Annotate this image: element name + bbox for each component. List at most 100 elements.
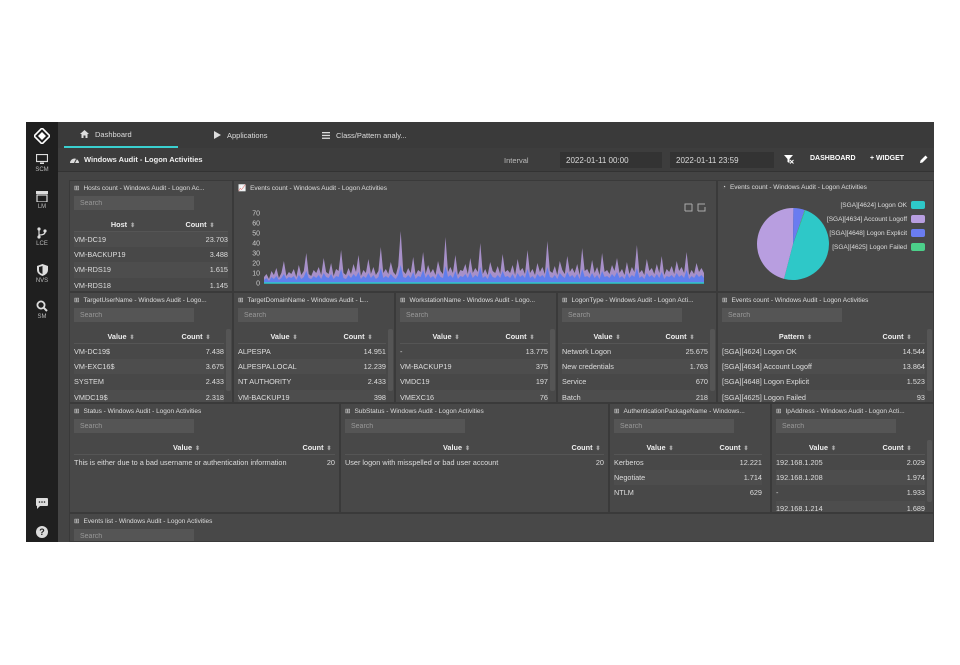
column-header[interactable]: Count ⬍ [168, 332, 224, 341]
search-input[interactable] [722, 308, 842, 322]
legend-item[interactable]: [SGA][4625] Logon Failed [832, 243, 925, 251]
cell-count: 1.763 [689, 362, 708, 372]
table-icon: ⊞ [238, 297, 244, 304]
column-header[interactable]: Count ⬍ [869, 332, 925, 341]
column-header[interactable]: Count ⬍ [706, 443, 762, 452]
column-header[interactable]: Count ⬍ [652, 332, 708, 341]
tab-applications[interactable]: Applications [198, 122, 298, 148]
table-row[interactable]: VM-BACKUP19 3.488 [74, 247, 228, 262]
column-header-label: Value [808, 442, 829, 452]
table-row[interactable]: Batch 218 [562, 389, 708, 402]
search-input[interactable] [74, 529, 194, 541]
date-to-input[interactable] [670, 152, 774, 168]
table-row[interactable]: VM-DC19 23.703 [74, 232, 228, 248]
table-row[interactable]: [SGA][4624] Logon OK 14.544 [722, 344, 925, 359]
column-header[interactable]: Count ⬍ [172, 220, 228, 229]
column-header[interactable]: Pattern ⬍ [722, 332, 869, 341]
table-row[interactable]: VMDC19$ 2.318 [74, 389, 224, 402]
search-input[interactable] [776, 419, 896, 433]
events-pie-chart[interactable] [756, 207, 830, 281]
sidebar-item-lm[interactable]: LM [26, 191, 58, 225]
table-row[interactable]: Service 670 [562, 374, 708, 389]
legend-item[interactable]: [SGA][4624] Logon OK [841, 201, 925, 209]
column-header[interactable]: Value ⬍ [74, 332, 168, 341]
search-input[interactable] [400, 308, 520, 322]
column-header[interactable]: Value ⬍ [400, 332, 492, 341]
scrollbar[interactable] [550, 329, 555, 391]
table-row[interactable]: 192.168.1.205 2.029 [776, 455, 925, 470]
column-header-label: Count [505, 331, 527, 341]
table-row[interactable]: ALPESPA.LOCAL 12.239 [238, 359, 386, 375]
tab-label: Dashboard [95, 129, 132, 139]
column-header[interactable]: Count ⬍ [330, 332, 386, 341]
table-row[interactable]: VMDC19 197 [400, 374, 548, 389]
legend-item[interactable]: [SGA][4648] Logon Explicit [829, 229, 925, 237]
search-input[interactable] [238, 308, 358, 322]
legend-item[interactable]: [SGA][4634] Account Logoff [827, 215, 925, 223]
cell-value: Kerberos [614, 458, 644, 468]
column-header[interactable]: Value ⬍ [238, 332, 330, 341]
tab-class-pattern[interactable]: Class/Pattern analy... [306, 122, 446, 148]
column-header[interactable]: Host ⬍ [74, 220, 172, 229]
tab-dashboard[interactable]: Dashboard [64, 122, 178, 148]
table-row[interactable]: VM-RDS18 1.145 [74, 278, 228, 291]
table-row[interactable]: [SGA][4634] Account Logoff 13.864 [722, 359, 925, 375]
scrollbar[interactable] [927, 440, 932, 502]
table-row[interactable]: VM-BACKUP19 398 [238, 389, 386, 402]
search-input[interactable] [614, 419, 734, 433]
table-row[interactable]: [SGA][4625] Logon Failed 93 [722, 389, 925, 402]
search-input[interactable] [74, 308, 194, 322]
search-input[interactable] [562, 308, 682, 322]
table-row[interactable]: This is either due to a bad username or … [74, 455, 335, 470]
search-input[interactable] [345, 419, 465, 433]
chat-button[interactable] [26, 498, 58, 512]
column-header[interactable]: Value ⬍ [74, 443, 299, 452]
table-row[interactable]: VM-DC19$ 7.438 [74, 344, 224, 359]
column-header[interactable]: Value ⬍ [345, 443, 568, 452]
table-row[interactable]: VMEXC16 76 [400, 389, 548, 402]
table-row[interactable]: User logon with misspelled or bad user a… [345, 455, 604, 470]
table-row[interactable]: NT AUTHORITY 2.433 [238, 374, 386, 389]
table-row[interactable]: VM-EXC16$ 3.675 [74, 359, 224, 375]
sidebar-item-lce[interactable]: LCE [26, 227, 58, 261]
sidebar-item-scm[interactable]: SCM [26, 154, 58, 188]
table-row[interactable]: [SGA][4648] Logon Explicit 1.523 [722, 374, 925, 389]
sidebar-item-sm[interactable]: SM [26, 300, 58, 334]
help-button[interactable]: ? [26, 526, 58, 540]
table-row[interactable]: 192.168.1.208 1.974 [776, 470, 925, 486]
edit-button[interactable] [920, 155, 928, 163]
table-row[interactable]: NTLM 629 [614, 485, 762, 500]
table-row[interactable]: ALPESPA 14.951 [238, 344, 386, 359]
scrollbar[interactable] [226, 329, 231, 391]
filter-clear-button[interactable] [784, 155, 794, 164]
column-header[interactable]: Count ⬍ [568, 443, 604, 452]
table-row[interactable]: Network Logon 25.675 [562, 344, 708, 359]
add-widget-button[interactable]: + WIDGET [870, 155, 904, 162]
column-header[interactable]: Value ⬍ [776, 443, 869, 452]
column-header[interactable]: Value ⬍ [614, 443, 706, 452]
table-row[interactable]: - 1.933 [776, 485, 925, 500]
scrollbar[interactable] [927, 329, 932, 391]
column-header[interactable]: Count ⬍ [492, 332, 548, 341]
sidebar-item-nvs[interactable]: NVS [26, 264, 58, 298]
app-logo-icon[interactable] [34, 128, 50, 144]
column-header[interactable]: Count ⬍ [299, 443, 335, 452]
table-row[interactable]: VM-BACKUP19 375 [400, 359, 548, 375]
events-area-chart[interactable]: 0 10 20 30 40 50 60 70 [234, 205, 717, 291]
scrollbar[interactable] [388, 329, 393, 391]
table-row[interactable]: - 13.775 [400, 344, 548, 359]
table-row[interactable]: 192.168.1.214 1.689 [776, 500, 925, 512]
date-from-input[interactable] [560, 152, 662, 168]
column-header[interactable]: Count ⬍ [869, 443, 925, 452]
cell-value: VM-DC19 [74, 235, 107, 245]
table-row[interactable]: New credentials 1.763 [562, 359, 708, 375]
search-input[interactable] [74, 419, 194, 433]
search-input[interactable] [74, 196, 194, 210]
table-row[interactable]: SYSTEM 2.433 [74, 374, 224, 389]
table-row[interactable]: Negotiate 1.714 [614, 470, 762, 486]
column-header[interactable]: Value ⬍ [562, 332, 652, 341]
table-row[interactable]: Kerberos 12.221 [614, 455, 762, 470]
scrollbar[interactable] [710, 329, 715, 391]
table-row[interactable]: VM-RDS19 1.615 [74, 262, 228, 278]
dashboard-button[interactable]: DASHBOARD [810, 155, 856, 162]
